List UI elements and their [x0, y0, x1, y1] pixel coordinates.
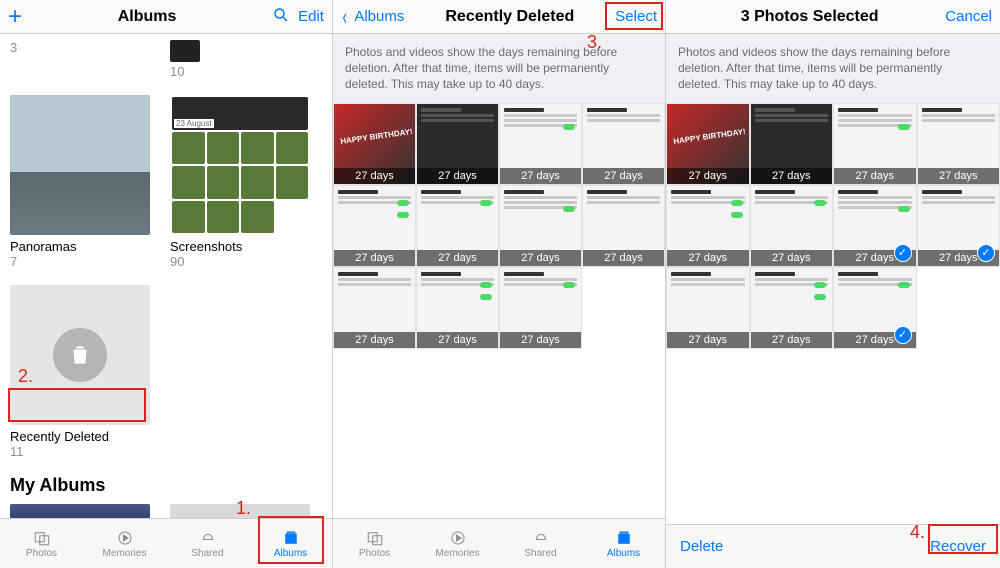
nav-bar: ‹ Albums Recently Deleted Select	[333, 0, 665, 34]
action-bar: Delete Recover	[666, 524, 1000, 568]
section-my-albums: My Albums	[10, 475, 322, 496]
pane-selected: 3 Photos Selected Cancel Photos and vide…	[666, 0, 1000, 568]
album-count: 7	[10, 254, 150, 269]
tab-shared[interactable]: Shared	[499, 519, 582, 568]
tab-photos[interactable]: Photos	[0, 519, 83, 568]
back-button[interactable]: ‹ Albums	[341, 4, 404, 30]
deleted-item[interactable]: 27 days	[750, 267, 834, 349]
deleted-item[interactable]: 27 days	[582, 185, 665, 267]
deleted-item[interactable]: 27 days	[666, 267, 750, 349]
callout-3: 3.	[587, 32, 602, 53]
deleted-item[interactable]: 27 days	[499, 267, 582, 349]
trash-icon	[53, 328, 107, 382]
info-message: Photos and videos show the days remainin…	[666, 34, 1000, 103]
add-button[interactable]: +	[8, 5, 22, 29]
deleted-item[interactable]: 27 days	[416, 185, 499, 267]
tab-albums[interactable]: Albums	[582, 519, 665, 568]
deleted-item[interactable]: 27 days	[666, 185, 750, 267]
album-partial-a[interactable]: 3	[10, 40, 150, 79]
callout-4: 4.	[910, 522, 925, 543]
nav-bar: 3 Photos Selected Cancel	[666, 0, 1000, 34]
album-count: 90	[170, 254, 310, 269]
info-message: Photos and videos show the days remainin…	[333, 34, 665, 103]
pane-albums: + Albums Edit 3 10	[0, 0, 333, 568]
deleted-item[interactable]: 27 days	[666, 103, 750, 185]
deleted-item[interactable]: 27 days✓	[917, 185, 1000, 267]
album-thumb	[10, 285, 150, 425]
nav-title: Albums	[118, 8, 177, 26]
check-icon: ✓	[894, 326, 912, 344]
album-screenshots[interactable]: 23 August Screenshots 90	[170, 95, 310, 269]
chevron-left-icon: ‹	[342, 4, 346, 30]
check-icon: ✓	[894, 244, 912, 262]
nav-bar: + Albums Edit	[0, 0, 332, 34]
delete-button[interactable]: Delete	[680, 538, 723, 555]
deleted-item[interactable]: 27 days	[333, 267, 416, 349]
deleted-item[interactable]: 27 days✓	[833, 267, 917, 349]
deleted-item[interactable]: 27 days	[917, 103, 1000, 185]
edit-button[interactable]: Edit	[298, 8, 324, 25]
nav-title: Recently Deleted	[445, 8, 574, 26]
search-icon[interactable]	[272, 6, 290, 28]
deleted-item[interactable]: 27 days	[833, 103, 917, 185]
tab-memories[interactable]: Memories	[83, 519, 166, 568]
album-name: Screenshots	[170, 239, 310, 254]
album-name: Panoramas	[10, 239, 150, 254]
tab-photos[interactable]: Photos	[333, 519, 416, 568]
check-icon: ✓	[977, 244, 995, 262]
deleted-item[interactable]: 27 days	[416, 267, 499, 349]
tab-albums[interactable]: Albums	[249, 519, 332, 568]
callout-2: 2.	[18, 366, 33, 387]
cancel-button[interactable]: Cancel	[945, 8, 992, 25]
tab-shared[interactable]: Shared	[166, 519, 249, 568]
album-user-1[interactable]	[10, 504, 150, 518]
deleted-grid[interactable]: 27 days 27 days 27 days 27 days 27 days …	[666, 103, 1000, 349]
deleted-item[interactable]: 27 days	[582, 103, 665, 185]
album-count: 11	[10, 444, 150, 459]
albums-scroll[interactable]: 3 10 Panoramas 7	[0, 34, 332, 518]
tab-bar: Photos Memories Shared Albums	[0, 518, 332, 568]
callout-1: 1.	[236, 498, 251, 519]
deleted-item[interactable]: 27 days	[499, 103, 582, 185]
deleted-item[interactable]: 27 days	[750, 103, 834, 185]
deleted-item[interactable]: 27 days✓	[833, 185, 917, 267]
album-panoramas[interactable]: Panoramas 7	[10, 95, 150, 269]
deleted-item[interactable]: 27 days	[333, 103, 416, 185]
select-button[interactable]: Select	[615, 8, 657, 25]
album-partial-b[interactable]: 10	[170, 40, 310, 79]
deleted-item[interactable]: 27 days	[333, 185, 416, 267]
album-name: Recently Deleted	[10, 429, 150, 444]
pane-recently-deleted: ‹ Albums Recently Deleted Select Photos …	[333, 0, 666, 568]
deleted-item[interactable]: 27 days	[750, 185, 834, 267]
album-thumb: 23 August	[170, 95, 310, 235]
deleted-item[interactable]: 27 days	[416, 103, 499, 185]
nav-title: 3 Photos Selected	[741, 8, 879, 26]
album-thumb	[10, 95, 150, 235]
deleted-item[interactable]: 27 days	[499, 185, 582, 267]
tab-bar: Photos Memories Shared Albums	[333, 518, 665, 568]
recover-button[interactable]: Recover	[930, 538, 986, 555]
deleted-grid[interactable]: 27 days 27 days 27 days 27 days 27 days …	[333, 103, 665, 349]
tab-memories[interactable]: Memories	[416, 519, 499, 568]
